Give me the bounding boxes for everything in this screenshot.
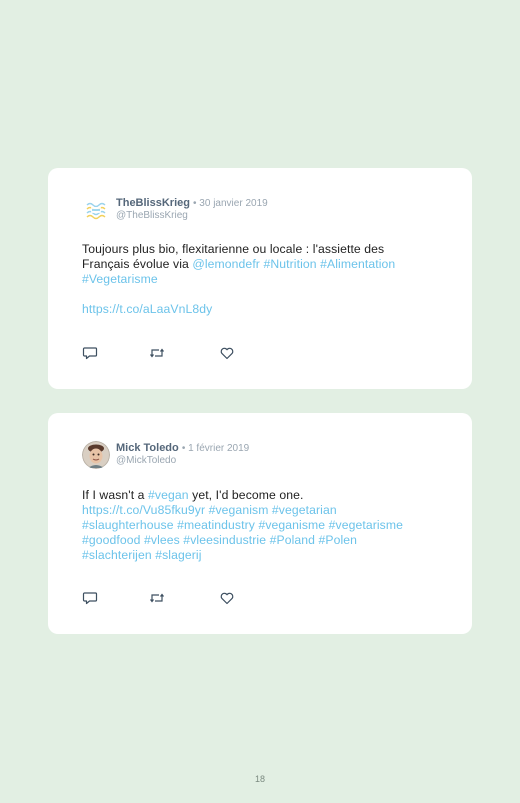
hashtag-links[interactable]: #goodfood #vlees #vleesindustrie #Poland… (82, 533, 357, 547)
hashtag-link[interactable]: #Vegetarisme (82, 272, 158, 286)
author-handle[interactable]: @MickToledo (116, 455, 176, 466)
tweet-author-line: Mick Toledo • 1 février 2019 (116, 442, 249, 454)
tweet-text-segment: yet, I'd become one. (188, 488, 304, 502)
heart-icon[interactable] (219, 590, 235, 606)
retweet-icon[interactable] (149, 590, 165, 606)
tweet-date[interactable]: • 30 janvier 2019 (193, 198, 268, 209)
page-number: 18 (254, 774, 265, 784)
tweet-url-link[interactable]: https://t.co/Vu85fku9yr (82, 503, 205, 517)
reply-icon[interactable] (82, 345, 98, 361)
tweet-text-line: Français évolue via (82, 257, 193, 271)
tweet-actions (82, 345, 282, 361)
tweet-text: If I wasn't a #vegan yet, I'd become one… (82, 488, 442, 563)
author-handle[interactable]: @TheBlissKrieg (116, 210, 188, 221)
tweet-text-line: Toujours plus bio, flexitarienne ou loca… (82, 242, 385, 256)
hashtag-links[interactable]: #slaughterhouse #meatindustry #veganisme… (82, 518, 403, 532)
hashtag-link[interactable]: #Nutrition (263, 257, 316, 271)
reply-icon[interactable] (82, 590, 98, 606)
tweet-text: Toujours plus bio, flexitarienne ou loca… (82, 242, 442, 317)
hashtag-link[interactable]: #Alimentation (320, 257, 395, 271)
heart-icon[interactable] (219, 345, 235, 361)
tweet-author-line: TheBlissKrieg • 30 janvier 2019 (116, 197, 268, 209)
author-name[interactable]: TheBlissKrieg (116, 197, 190, 209)
tweet-actions (82, 590, 282, 606)
hashtag-link[interactable]: #vegan (148, 488, 189, 502)
hashtag-links[interactable]: #veganism #vegetarian (209, 503, 337, 517)
tweet-text-segment: If I wasn't a (82, 488, 149, 502)
author-name[interactable]: Mick Toledo (116, 442, 179, 454)
tweet-card: TheBlissKrieg • 30 janvier 2019 @TheBlis… (48, 168, 472, 389)
blissfood-logo-icon[interactable] (82, 196, 110, 224)
tweet-date[interactable]: • 1 février 2019 (182, 443, 249, 454)
tweet-card: Mick Toledo • 1 février 2019 @MickToledo… (48, 413, 472, 634)
user-photo-avatar[interactable] (82, 441, 110, 469)
hashtag-links[interactable]: #slachterijen #slagerij (82, 548, 202, 562)
tweet-url-link[interactable]: https://t.co/aLaaVnL8dy (82, 302, 212, 316)
mention-link[interactable]: @lemondefr (192, 257, 260, 271)
retweet-icon[interactable] (149, 345, 165, 361)
